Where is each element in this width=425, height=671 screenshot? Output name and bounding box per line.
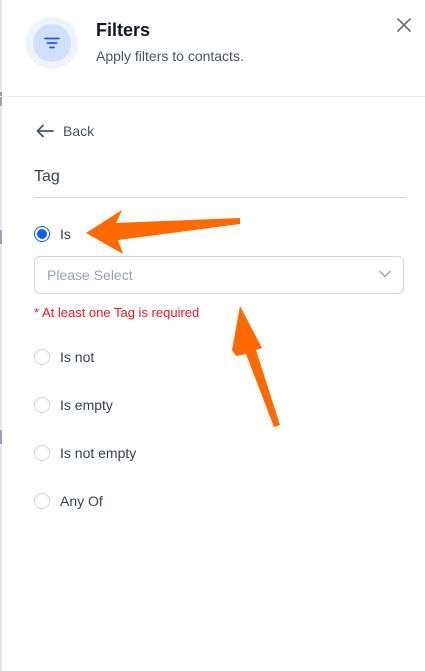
radio-button[interactable]: [34, 445, 50, 461]
radio-button[interactable]: [34, 493, 50, 509]
radio-option-any-of[interactable]: Any Of: [34, 493, 103, 509]
radio-button-checked[interactable]: [34, 226, 50, 242]
chevron-down-icon: [379, 270, 391, 278]
radio-label: Is not: [60, 349, 95, 365]
annotation-overlay: [86, 210, 280, 427]
select-placeholder: Please Select: [47, 267, 133, 283]
back-label: Back: [63, 123, 95, 139]
radio-label: Is: [60, 226, 71, 242]
radio-option-is-not-empty[interactable]: Is not empty: [34, 445, 136, 461]
tag-select-dropdown[interactable]: Please Select: [34, 256, 404, 294]
radio-option-is-not[interactable]: Is not: [34, 349, 94, 365]
close-icon: [397, 18, 411, 32]
filter-icon-badge: [26, 17, 78, 69]
radio-button[interactable]: [34, 397, 50, 413]
validation-error: * At least one Tag is required: [34, 305, 200, 320]
background-panel-edge: [0, 0, 2, 671]
filter-lines-icon: [44, 37, 60, 49]
radio-option-is[interactable]: Is: [34, 226, 71, 242]
annotation-arrow-pointing-select: [232, 306, 280, 427]
radio-label: Is not empty: [60, 445, 137, 461]
radio-label: Is empty: [60, 397, 113, 413]
radio-label: Any Of: [60, 493, 103, 509]
section-divider: [34, 197, 406, 198]
annotation-arrow-pointing-is: [86, 210, 240, 254]
page-title: Filters: [96, 20, 151, 40]
page-subtitle: Apply filters to contacts.: [96, 48, 244, 64]
arrow-left-icon: [36, 124, 54, 138]
back-button[interactable]: Back: [36, 120, 94, 142]
close-button[interactable]: [393, 14, 415, 36]
section-title-tag: Tag: [34, 168, 60, 185]
radio-option-is-empty[interactable]: Is empty: [34, 397, 113, 413]
radio-button[interactable]: [34, 349, 50, 365]
filters-header: Filters Apply filters to contacts.: [0, 0, 425, 97]
